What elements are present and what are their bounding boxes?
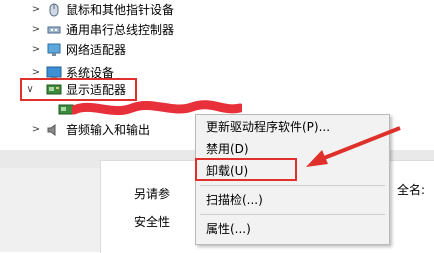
- tree-item-label: 通用串行总线控制器: [66, 23, 175, 37]
- dialog-text: 全名:: [397, 183, 426, 197]
- network-adapter-icon: [47, 43, 61, 56]
- dialog-text: 另请参: [134, 187, 171, 201]
- menu-item-disable[interactable]: 禁用(D): [206, 139, 249, 159]
- menu-item-scan[interactable]: 扫描检(...): [206, 190, 263, 210]
- highlight-box-uninstall: [195, 158, 297, 181]
- chevron-right-icon[interactable]: >: [30, 0, 42, 20]
- tree-item-label: 网络适配器: [66, 43, 127, 57]
- tree-item-usb[interactable]: > 通用串行总线控制器: [0, 20, 300, 40]
- menu-item-properties[interactable]: 属性(...): [206, 219, 251, 239]
- dialog-text: 安全性: [134, 215, 171, 229]
- tree-item-network[interactable]: > 网络适配器: [0, 40, 300, 60]
- tree-item-label: 音频输入和输出: [66, 123, 151, 137]
- tree-item-label: 鼠标和其他指针设备: [66, 3, 175, 17]
- pointer-arrow: [306, 126, 401, 167]
- highlight-box-display-adapters: [20, 78, 137, 101]
- audio-icon: [47, 124, 56, 136]
- chevron-right-icon[interactable]: >: [30, 20, 42, 40]
- menu-separator: [200, 185, 385, 186]
- tree-item-mouse[interactable]: > 鼠标和其他指针设备: [0, 0, 300, 20]
- usb-icon: [47, 26, 61, 34]
- chevron-right-icon[interactable]: >: [30, 40, 42, 60]
- menu-separator: [200, 214, 385, 215]
- chevron-right-icon[interactable]: >: [30, 120, 42, 140]
- mouse-icon: [49, 3, 59, 17]
